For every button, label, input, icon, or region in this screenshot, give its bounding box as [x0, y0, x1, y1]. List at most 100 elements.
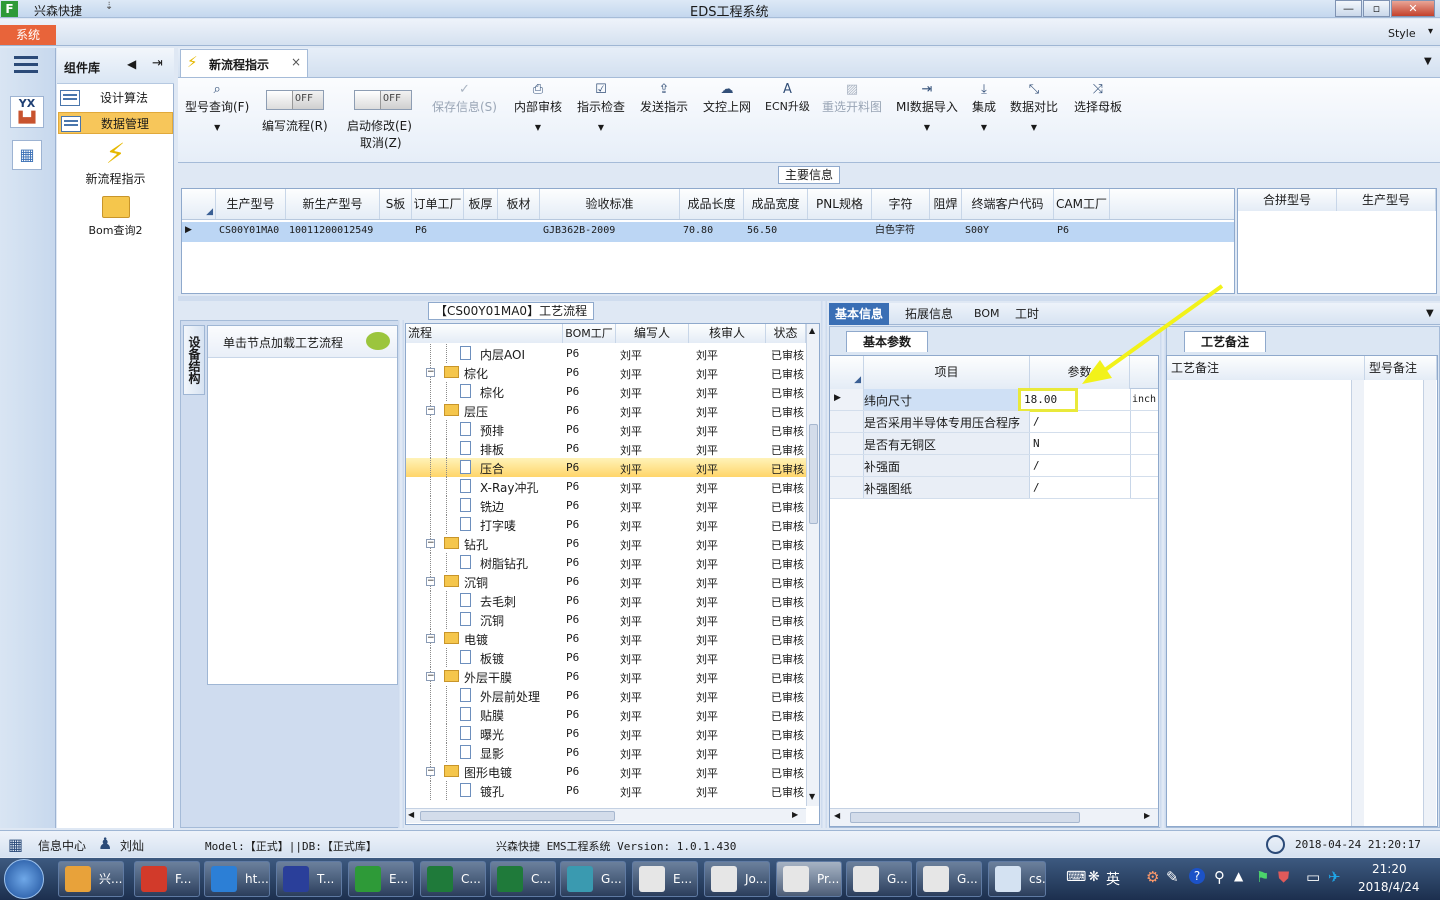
column-header[interactable]: 阻焊 — [930, 189, 962, 219]
tab-bom[interactable]: BOM — [968, 303, 1006, 325]
taskbar-item[interactable]: ht... — [204, 861, 270, 897]
table-cell[interactable] — [380, 222, 412, 240]
tree-row[interactable]: 内层AOI P6 刘平 刘平 已审核 — [406, 344, 806, 363]
start-modify-toggle[interactable]: OFF — [354, 90, 412, 110]
check-instruction-button[interactable]: ☑ 指示检查 ▼ — [577, 82, 625, 132]
dropdown-arrow-icon[interactable]: ▼ — [896, 123, 958, 132]
system-tab[interactable]: 系统 — [0, 25, 56, 45]
vertical-splitter[interactable] — [821, 301, 827, 828]
column-header[interactable]: CAM工厂 — [1054, 189, 1110, 219]
ecn-upgrade-button[interactable]: A ECN升级 — [765, 82, 810, 114]
doc-upload-button[interactable]: ☁ 文控上网 — [703, 82, 751, 115]
equipment-structure-tab[interactable]: 设备结构 — [183, 325, 205, 395]
tree-row[interactable]: 压合 P6 刘平 刘平 已审核 — [406, 458, 806, 477]
tree-row[interactable]: − 电镀 P6 刘平 刘平 已审核 — [406, 629, 806, 648]
taskbar-item[interactable]: C... — [420, 861, 486, 897]
scroll-right-icon[interactable]: ▶ — [1144, 811, 1150, 820]
taskbar-item[interactable]: Jo... — [704, 861, 770, 897]
settings-icon[interactable]: ⚙ — [1146, 868, 1159, 886]
column-header[interactable]: 字符 — [872, 189, 930, 219]
windows-grid-icon[interactable]: ▦ — [8, 835, 28, 854]
style-menu[interactable]: Style — [1388, 27, 1416, 40]
taskbar-item[interactable]: 兴... — [58, 861, 124, 897]
table-cell[interactable]: S00Y — [962, 222, 1054, 240]
column-header[interactable]: BOM工厂 — [563, 324, 616, 343]
model-query-button[interactable]: ⌕ 型号查询(F) ▼ — [185, 82, 249, 132]
tree-row[interactable]: 棕化 P6 刘平 刘平 已审核 — [406, 382, 806, 401]
keyboard-icon[interactable]: ⌨ — [1066, 869, 1086, 885]
network-icon[interactable]: ⚑ — [1256, 868, 1269, 886]
column-header[interactable]: 型号备注 — [1365, 356, 1437, 380]
param-value[interactable]: 18.00 — [1024, 393, 1057, 406]
collapse-left-icon[interactable]: ◀ — [127, 57, 136, 71]
table-cell[interactable]: 10011200012549 — [286, 222, 380, 240]
scroll-up-icon[interactable]: ▲ — [809, 326, 815, 335]
send-instruction-button[interactable]: ⇪ 发送指示 — [640, 82, 688, 115]
column-header[interactable]: 终端客户代码 — [962, 189, 1054, 219]
column-header[interactable]: S板 — [380, 189, 412, 219]
param-row[interactable]: ▶ 纬向尺寸 18.00 inch — [830, 388, 1158, 412]
tree-row[interactable]: 预排 P6 刘平 刘平 已审核 — [406, 420, 806, 439]
column-header[interactable]: 板材 — [498, 189, 540, 219]
collapse-toggle-icon[interactable]: − — [426, 634, 435, 643]
column-header[interactable]: 编写人 — [616, 324, 689, 343]
table-cell[interactable] — [808, 222, 872, 240]
select-master-button[interactable]: ⤨ 选择母板 — [1074, 82, 1122, 115]
table-cell[interactable]: CS00Y01MA0 — [216, 222, 286, 240]
param-row[interactable]: 补强图纸 / — [830, 477, 1158, 499]
table-cell[interactable] — [464, 222, 498, 240]
reselect-material-button[interactable]: ▨ 重选开料图 — [822, 82, 882, 115]
param-row[interactable]: 是否采用半导体专用压合程序 / — [830, 411, 1158, 433]
minimize-button[interactable]: — — [1335, 0, 1362, 17]
collapse-toggle-icon[interactable]: − — [426, 539, 435, 548]
tree-row[interactable]: 显影 P6 刘平 刘平 已审核 — [406, 743, 806, 762]
param-value[interactable]: N — [1033, 437, 1040, 450]
taskbar-item[interactable]: C... — [490, 861, 556, 897]
table-row[interactable]: ▶ CS00Y01MA0 10011200012549 P6 GJB362B-2009… — [182, 222, 1234, 242]
sidebar-item-data-management[interactable]: 数据管理 — [58, 112, 173, 134]
collapse-toggle-icon[interactable]: − — [426, 672, 435, 681]
tree-row[interactable]: 沉铜 P6 刘平 刘平 已审核 — [406, 610, 806, 629]
feather-icon[interactable]: ✈ — [1328, 868, 1341, 886]
notes-scrollbar[interactable] — [1351, 380, 1364, 826]
dropdown-arrow-icon[interactable]: ▼ — [185, 123, 249, 132]
tree-row[interactable]: − 外层干膜 P6 刘平 刘平 已审核 — [406, 667, 806, 686]
tree-row[interactable]: 铣边 P6 刘平 刘平 已审核 — [406, 496, 806, 515]
tree-row[interactable]: 外层前处理 P6 刘平 刘平 已审核 — [406, 686, 806, 705]
params-horizontal-scrollbar[interactable]: ◀ ▶ — [830, 808, 1158, 826]
notes-icon[interactable]: ✎ — [1166, 868, 1179, 886]
integrate-button[interactable]: ⤓ 集成 ▼ — [972, 82, 996, 132]
vertical-splitter[interactable] — [398, 320, 404, 828]
taskbar-item[interactable]: cs... — [988, 861, 1046, 897]
taskbar-item[interactable]: E... — [632, 861, 698, 897]
help-icon[interactable]: ? — [1189, 868, 1205, 884]
column-header[interactable]: 新生产型号 — [286, 189, 380, 219]
scroll-thumb[interactable] — [850, 812, 1080, 823]
table-cell[interactable]: 白色字符 — [872, 222, 930, 240]
dropdown-arrow-icon[interactable]: ▼ — [972, 123, 996, 132]
horizontal-splitter[interactable] — [178, 296, 1440, 301]
tree-row[interactable]: 排板 P6 刘平 刘平 已审核 — [406, 439, 806, 458]
data-compare-button[interactable]: ⤡ 数据对比 ▼ — [1010, 82, 1058, 132]
table-cell[interactable]: P6 — [1054, 222, 1110, 240]
tree-row[interactable]: 打字唛 P6 刘平 刘平 已审核 — [406, 515, 806, 534]
ime-mode-icon[interactable]: ❋ — [1088, 869, 1100, 885]
collapse-toggle-icon[interactable]: − — [426, 767, 435, 776]
calculator-module-icon[interactable]: ▦ — [12, 140, 42, 170]
mi-import-button[interactable]: ⇥ MI数据导入 ▼ — [896, 82, 958, 132]
column-header[interactable]: 成品长度 — [680, 189, 744, 219]
scroll-left-icon[interactable]: ◀ — [408, 810, 414, 819]
taskbar-item[interactable]: G... — [916, 861, 982, 897]
usb-icon[interactable]: ⚲ — [1214, 868, 1225, 886]
tree-row[interactable]: − 层压 P6 刘平 刘平 已审核 — [406, 401, 806, 420]
dropdown-arrow-icon[interactable]: ▼ — [514, 123, 562, 132]
taskbar-item[interactable]: T... — [276, 861, 342, 897]
tree-row[interactable]: − 沉铜 P6 刘平 刘平 已审核 — [406, 572, 806, 591]
table-cell[interactable]: 70.80 — [680, 222, 744, 240]
table-cell[interactable] — [498, 222, 540, 240]
tree-row[interactable]: − 钻孔 P6 刘平 刘平 已审核 — [406, 534, 806, 553]
tab-work-hours[interactable]: 工时 — [1009, 303, 1045, 325]
model-notes-scrollbar[interactable] — [1423, 380, 1436, 826]
column-header[interactable]: 验收标准 — [540, 189, 680, 219]
tab-list-dropdown-icon[interactable]: ▼ — [1424, 56, 1432, 67]
